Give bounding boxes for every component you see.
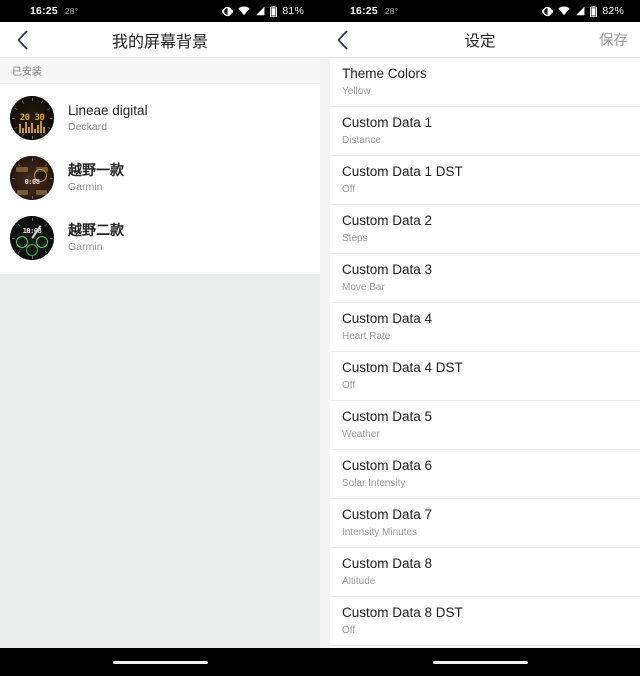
watchface-thumbnail: 10:08: [10, 216, 54, 260]
status-time: 16:25: [30, 5, 58, 17]
back-button-left[interactable]: [0, 22, 44, 58]
settings-row[interactable]: Custom Data 8 DST Off: [330, 597, 640, 646]
watchface-thumbnail: 0:08: [10, 156, 54, 200]
settings-list: Theme Colors Yellow Custom Data 1 Distance C…: [330, 58, 640, 648]
settings-row-title: Custom Data 2: [342, 213, 433, 228]
status-temperature: 28°: [384, 6, 399, 16]
settings-row-value: Off: [342, 184, 356, 195]
watchface-name: 越野二款: [68, 221, 124, 238]
settings-row-value: Altitude: [342, 576, 376, 587]
watchface-time-readout: 10:08: [22, 227, 42, 235]
list-item[interactable]: 10:08 越野二款 Garmin: [0, 208, 320, 268]
settings-row-value: Distance: [342, 135, 381, 146]
settings-row-title: Custom Data 7: [342, 507, 433, 522]
settings-row-value: Heart Rate: [342, 331, 391, 342]
section-header-label: 已安装: [12, 67, 42, 78]
watchface-bars: [19, 121, 45, 133]
settings-row[interactable]: Custom Data 1 Distance: [330, 107, 640, 156]
section-header-installed: 已安装: [0, 58, 320, 84]
left-phone-panel: 16:25 28° 81% 我的屏幕背景 已安装 20 30 Lineae di…: [0, 0, 320, 676]
watchface-name: Lineae digital: [68, 102, 148, 118]
list-item-text: Lineae digital Deckard: [68, 102, 148, 135]
watchface-art-lineae: 20 30: [10, 96, 54, 140]
page-title-left: 我的屏幕背景: [111, 33, 208, 51]
settings-row-value: Solar Intensity: [342, 478, 406, 489]
settings-row-title: Custom Data 8 DST: [342, 605, 463, 620]
list-item-text: 越野一款 Garmin: [68, 162, 124, 195]
vibrate-icon: [542, 6, 554, 16]
settings-row[interactable]: Custom Data 7 Intensity Minutes: [330, 499, 640, 548]
back-chevron-icon: [17, 30, 27, 49]
nav-bar-left: [0, 648, 320, 676]
watchface-author: Garmin: [68, 180, 103, 193]
watchface-author: Garmin: [68, 240, 103, 253]
watchface-author: Deckard: [68, 120, 108, 133]
watchface-art-yueye2: 10:08: [10, 216, 54, 260]
dual-phone-screenshot: 16:25 28° 81% 我的屏幕背景 已安装 20 30 Lineae di…: [0, 0, 640, 676]
battery-percent: 81%: [282, 5, 304, 17]
battery-percent: 82%: [602, 5, 624, 17]
settings-row[interactable]: Custom Data 3 Move Bar: [330, 254, 640, 303]
watchface-art-yueye1: 0:08: [10, 156, 54, 200]
right-phone-panel: 16:25 28° 82% 设定 保存 Theme Colors Yellow …: [320, 0, 640, 676]
settings-row[interactable]: Custom Data 1 DST Off: [330, 156, 640, 205]
empty-area-left: [0, 274, 320, 648]
signal-icon: [576, 6, 585, 16]
settings-row-title: Custom Data 5: [342, 409, 433, 424]
settings-row[interactable]: Custom Data 5 Weather: [330, 401, 640, 450]
settings-row-value: Yellow: [342, 86, 371, 97]
battery-icon: [270, 5, 278, 17]
settings-row-title: Custom Data 8: [342, 556, 433, 571]
list-item-text: 越野二款 Garmin: [68, 222, 124, 255]
battery-icon: [590, 5, 598, 17]
settings-row-title: Custom Data 4: [342, 311, 433, 326]
app-bar-right: 设定 保存: [320, 22, 640, 58]
settings-row-title: Custom Data 1 DST: [342, 164, 463, 179]
settings-scroll-area[interactable]: Theme Colors Yellow Custom Data 1 Distance C…: [320, 58, 640, 648]
vibrate-icon: [222, 6, 234, 16]
status-icon-group: 81%: [222, 5, 304, 17]
settings-row[interactable]: Custom Data 4 DST Off: [330, 352, 640, 401]
back-chevron-icon: [337, 30, 347, 49]
status-temperature: 28°: [64, 6, 79, 16]
settings-row-value: Steps: [342, 233, 368, 244]
settings-row-value: Intensity Minutes: [342, 527, 418, 538]
settings-row-title: Custom Data 3: [342, 262, 433, 277]
settings-row-title: Custom Data 6: [342, 458, 433, 473]
settings-row[interactable]: Custom Data 8 Altitude: [330, 548, 640, 597]
settings-row[interactable]: Custom Data 2 Steps: [330, 205, 640, 254]
settings-row[interactable]: Custom Data 6 Solar Intensity: [330, 450, 640, 499]
nav-bar-right: [320, 648, 640, 676]
status-icon-group: 82%: [542, 5, 624, 17]
home-gesture-pill[interactable]: [432, 660, 528, 664]
home-gesture-pill[interactable]: [112, 660, 208, 664]
settings-row-title: Custom Data 4 DST: [342, 360, 463, 375]
watchface-name: 越野一款: [68, 161, 124, 178]
settings-row-value: Off: [342, 625, 356, 636]
settings-row-title: Custom Data 1: [342, 115, 433, 130]
wifi-icon: [558, 6, 570, 16]
watchface-thumbnail: 20 30: [10, 96, 54, 140]
list-item[interactable]: 20 30 Lineae digital Deckard: [0, 88, 320, 148]
wifi-icon: [238, 6, 250, 16]
status-bar-right: 16:25 28° 82%: [320, 0, 640, 22]
installed-watchfaces-list: 20 30 Lineae digital Deckard 0:08 越野一款 G…: [0, 84, 320, 274]
page-title-right: 设定: [464, 32, 496, 50]
watchface-time-readout: 0:08: [24, 178, 40, 186]
status-time: 16:25: [350, 5, 378, 17]
settings-row-value: Weather: [342, 429, 380, 440]
settings-row-value: Move Bar: [342, 282, 385, 293]
back-button-right[interactable]: [320, 22, 364, 58]
settings-row-value: Off: [342, 380, 356, 391]
list-item[interactable]: 0:08 越野一款 Garmin: [0, 148, 320, 208]
save-button[interactable]: 保存: [599, 29, 628, 50]
settings-row-title: Theme Colors: [342, 66, 427, 81]
signal-icon: [256, 6, 265, 16]
app-bar-left: 我的屏幕背景: [0, 22, 320, 58]
status-bar-left: 16:25 28° 81%: [0, 0, 320, 22]
settings-row[interactable]: Custom Data 4 Heart Rate: [330, 303, 640, 352]
settings-row[interactable]: Theme Colors Yellow: [330, 58, 640, 107]
